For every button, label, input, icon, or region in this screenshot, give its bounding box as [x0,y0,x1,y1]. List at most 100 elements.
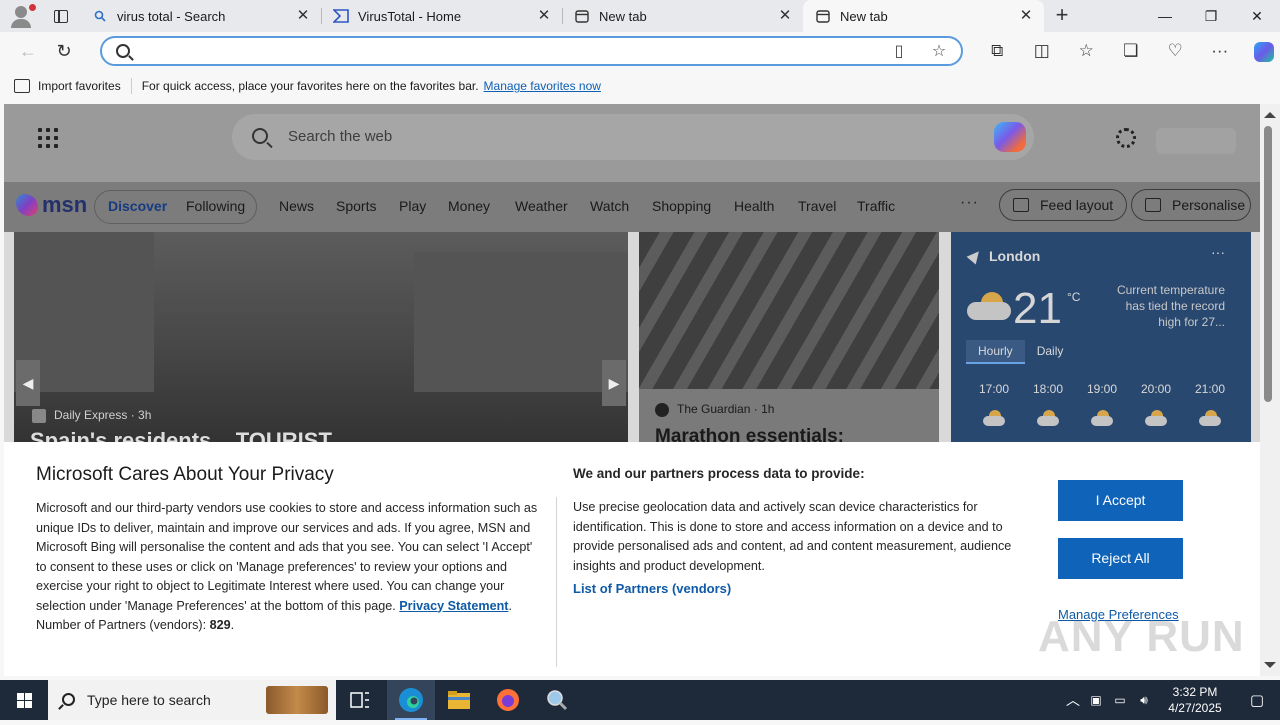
privacy-statement-link[interactable]: Privacy Statement [399,599,508,613]
search-app-icon[interactable] [533,680,581,720]
gear-icon[interactable] [1116,128,1136,148]
tab-title: VirusTotal - Home [358,8,462,24]
start-button[interactable] [0,680,48,720]
weather-city[interactable]: London [989,248,1040,264]
msn-logo[interactable]: msn [16,192,87,218]
network-icon[interactable]: ▭ [1108,693,1132,707]
tab-new-tab-active[interactable]: New tab ✕ [803,0,1044,32]
nav-weather[interactable]: Weather [515,198,568,214]
carousel-next-icon[interactable]: ▶ [602,360,626,406]
tab-virus-total-search[interactable]: virus total - Search ✕ [80,0,321,32]
page-scrollbar[interactable] [1260,104,1280,676]
copilot-icon[interactable] [994,122,1026,152]
favorite-star-icon[interactable]: ☆ [928,42,950,62]
close-window-icon[interactable]: ✕ [1234,0,1280,32]
volume-icon[interactable]: 🔊︎ [1132,693,1156,708]
extensions-icon[interactable]: ⧉ [975,34,1020,68]
nav-sports[interactable]: Sports [336,198,376,214]
browser-tab-strip: virus total - Search ✕ VirusTotal - Home… [0,0,1280,32]
address-bar[interactable]: ▯ ☆ [100,36,963,66]
close-tab-icon[interactable]: ✕ [1018,8,1034,24]
close-tab-icon[interactable]: ✕ [295,8,311,24]
tab-daily[interactable]: Daily [1025,340,1076,364]
back-arrow-icon[interactable]: ← [10,33,46,69]
close-tab-icon[interactable]: ✕ [777,8,793,24]
favorites-icon[interactable]: ☆ [1064,34,1109,68]
nav-traffic[interactable]: Traffic [857,198,895,214]
nav-health[interactable]: Health [734,198,774,214]
weather-note[interactable]: Current temperature has tied the record … [1101,282,1225,330]
personalise-icon [1145,198,1161,212]
newtab-icon [815,8,831,24]
nav-watch[interactable]: Watch [590,198,629,214]
profile-avatar[interactable] [0,0,42,32]
meet-now-icon[interactable]: ▣ [1084,693,1108,707]
clock[interactable]: 3:32 PM 4/27/2025 [1156,684,1234,716]
manage-favorites-link[interactable]: Manage favorites now [484,79,601,93]
vendors-list-link[interactable]: List of Partners (vendors) [573,581,731,596]
feed-layout-button[interactable]: Feed layout [999,189,1127,221]
scroll-thumb[interactable] [1264,126,1272,402]
weather-more-icon[interactable]: ··· [1211,244,1225,260]
accept-button[interactable]: I Accept [1058,480,1183,521]
partly-cloudy-icon [1037,410,1059,428]
minimize-icon[interactable]: — [1142,0,1188,32]
restore-icon[interactable]: ❐ [1188,0,1234,32]
scroll-up-icon[interactable] [1264,112,1276,118]
immersive-reader-icon[interactable]: ▯ [888,42,910,62]
weather-tabs: Hourly Daily [966,340,1075,364]
virustotal-icon [333,8,349,24]
hero-news-card[interactable]: ◀ ▶ Daily Express · 3h Spain's residents… [14,232,628,453]
nav-more-icon[interactable]: ··· [960,194,979,212]
personalise-button[interactable]: Personalise [1131,189,1251,221]
msn-header: Search the web [4,104,1260,182]
close-tab-icon[interactable]: ✕ [536,8,552,24]
divider [130,78,132,94]
copilot-icon[interactable] [1242,34,1280,68]
reject-all-button[interactable]: Reject All [1058,538,1183,579]
mid-news-card[interactable]: The Guardian · 1h Marathon essentials: [639,232,939,447]
favorites-hint: For quick access, place your favorites h… [141,79,479,93]
taskbar-search-box[interactable]: Type here to search [48,680,336,720]
tab-title: New tab [840,8,888,24]
tab-actions-button[interactable] [42,0,80,32]
split-screen-icon[interactable]: ◫ [1020,34,1065,68]
nav-money[interactable]: Money [448,198,490,214]
apps-launcher-icon[interactable] [38,128,58,148]
marathon-image [639,232,939,389]
task-view-icon[interactable] [336,680,384,720]
weather-card[interactable]: London ··· 21 °C Current temperature has… [951,232,1251,442]
import-favorites-button[interactable]: Import favorites [0,79,121,93]
nav-shopping[interactable]: Shopping [652,198,711,214]
collections-icon[interactable]: ❏ [1109,34,1154,68]
msn-search-box[interactable]: Search the web [232,114,1034,160]
more-menu-icon[interactable]: ··· [1198,34,1243,68]
hour-label: 21:00 [1194,382,1226,396]
nav-following[interactable]: Following [186,198,245,214]
search-icon [116,44,130,58]
chevron-up-icon[interactable]: ︿ [1062,690,1084,710]
tab-new-tab[interactable]: New tab ✕ [562,0,803,32]
address-input[interactable] [142,41,882,61]
tab-virustotal-home[interactable]: VirusTotal - Home ✕ [321,0,562,32]
carousel-prev-icon[interactable]: ◀ [16,360,40,406]
file-explorer-icon[interactable] [435,680,483,720]
search-icon [92,8,108,24]
edge-taskbar-icon[interactable] [387,680,435,720]
tab-hourly[interactable]: Hourly [966,340,1025,364]
nav-discover[interactable]: Discover [108,198,167,214]
hour-label: 17:00 [978,382,1010,396]
partners-count: 829 [209,618,231,632]
refresh-icon[interactable]: ↻ [46,33,82,69]
firefox-icon[interactable] [484,680,532,720]
new-tab-button[interactable]: + [1044,0,1080,32]
browser-essentials-icon[interactable]: ♡ [1153,34,1198,68]
hour-label: 18:00 [1032,382,1064,396]
notifications-icon[interactable]: ▢ [1234,691,1280,709]
scroll-down-icon[interactable] [1264,662,1276,668]
cloudy-night-icon [1199,410,1221,428]
nav-news[interactable]: News [279,198,314,214]
nav-play[interactable]: Play [399,198,426,214]
sign-in-button[interactable] [1156,128,1236,154]
nav-travel[interactable]: Travel [798,198,836,214]
